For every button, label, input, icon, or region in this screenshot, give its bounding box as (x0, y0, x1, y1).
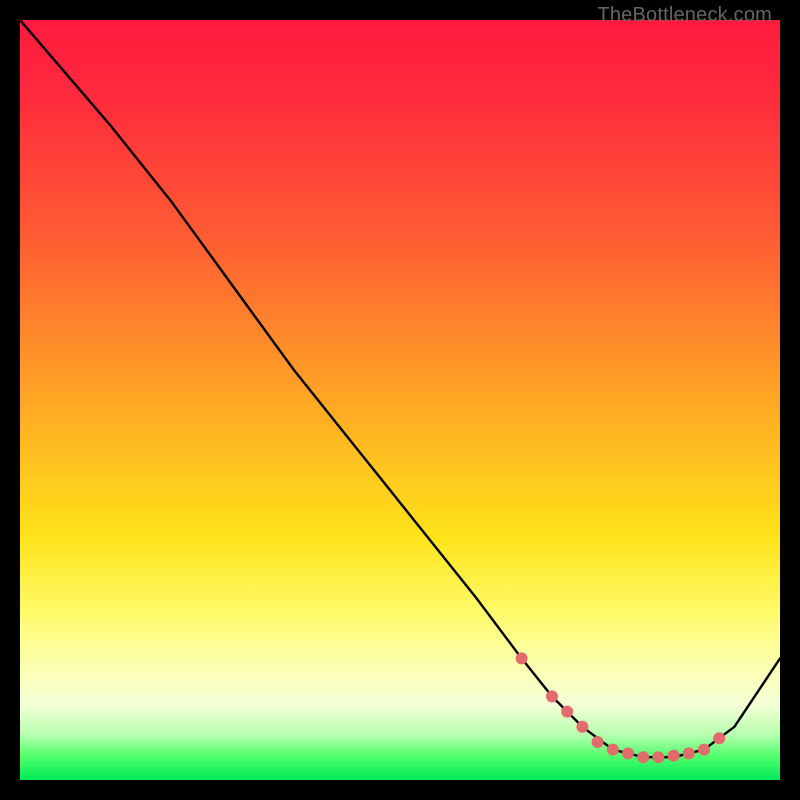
chart-frame: TheBottleneck.com (0, 0, 800, 800)
plot-area (20, 20, 780, 780)
watermark-label: TheBottleneck.com (597, 4, 772, 27)
